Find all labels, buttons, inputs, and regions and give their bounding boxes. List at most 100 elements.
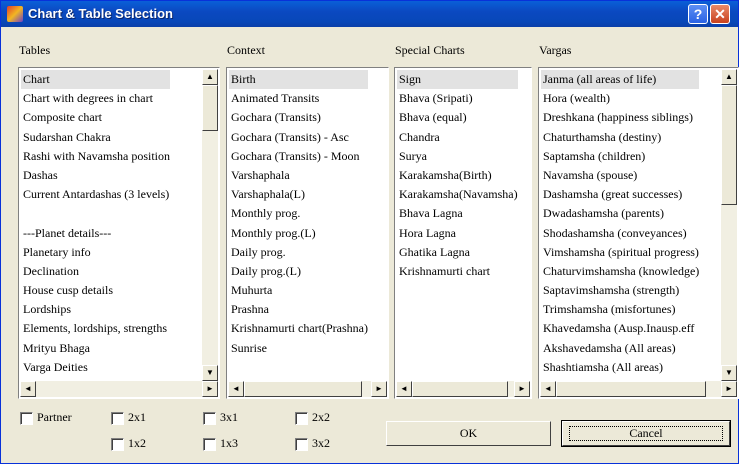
scroll-thumb[interactable] [556,381,706,397]
vargas-list-item[interactable]: Vimshamsha (spiritual progress) [541,243,699,262]
special-charts-list-item[interactable]: Bhava (Sripati) [397,89,518,108]
context-list-item[interactable]: Varshaphala(L) [229,185,368,204]
tables-list-item[interactable]: Rashi with Navamsha position [21,147,170,166]
special-charts-list-item[interactable]: Surya [397,147,518,166]
scroll-thumb[interactable] [412,381,508,397]
special-charts-list-item[interactable]: Krishnamurti chart [397,262,518,281]
tables-list-item[interactable]: Varga Deities [21,358,170,377]
scroll-left-icon[interactable]: ◄ [228,381,244,397]
tables-list-item[interactable]: Lordships [21,300,170,319]
tables-hscrollbar[interactable]: ◄ ► [20,381,218,397]
close-button[interactable]: ✕ [710,4,730,24]
context-list-item[interactable]: Daily prog. [229,243,368,262]
tables-list-item[interactable]: Current Antardashas (3 levels) [21,185,170,204]
vargas-vscrollbar[interactable]: ▲ ▼ [721,69,737,381]
vargas-list-item[interactable]: Shashtiamsha (All areas) [541,358,699,377]
title-bar[interactable]: Chart & Table Selection ? ✕ [1,1,738,27]
context-list-item[interactable]: Monthly prog. [229,204,368,223]
special-charts-list-item[interactable]: Bhava Lagna [397,204,518,223]
vargas-list-item[interactable]: Shodashamsha (conveyances) [541,224,699,243]
scroll-right-icon[interactable]: ► [721,381,737,397]
partner-checkbox[interactable] [20,412,33,425]
context-list-item[interactable]: Gochara (Transits) - Moon [229,147,368,166]
context-list-item[interactable]: Sunrise [229,339,368,358]
vargas-list-item[interactable]: Chaturvimshamsha (knowledge) [541,262,699,281]
vargas-list-item[interactable]: Dreshkana (happiness siblings) [541,108,699,127]
vargas-list-item[interactable]: Dwadashamsha (parents) [541,204,699,223]
context-list-item[interactable]: Krishnamurti chart(Prashna) [229,319,368,338]
context-list-item[interactable]: Monthly prog.(L) [229,224,368,243]
scroll-right-icon[interactable]: ► [514,381,530,397]
scroll-thumb[interactable] [202,85,218,131]
special-charts-list-item[interactable]: Chandra [397,128,518,147]
vargas-list-item[interactable]: Janma (all areas of life) [541,70,700,90]
tables-list-item[interactable]: Composite chart [21,108,170,127]
tables-list-item[interactable]: Sudarshan Chakra [21,128,170,147]
scroll-down-icon[interactable]: ▼ [202,365,218,381]
context-list-item[interactable]: Muhurta [229,281,368,300]
vargas-list-item[interactable]: Chaturthamsha (destiny) [541,128,699,147]
tables-list-item[interactable]: Chart with degrees in chart [21,89,170,108]
context-list-item[interactable]: Prashna [229,300,368,319]
ok-button[interactable]: OK [386,421,551,446]
partner-label: Partner [37,410,72,424]
tables-list-item[interactable]: Mrityu Bhaga [21,339,170,358]
special-charts-listbox[interactable]: Sign Bhava (Sripati) Bhava (equal) Chandra S… [394,67,532,399]
tables-list-item[interactable]: Elements, lordships, strengths [21,319,170,338]
special-hscrollbar[interactable]: ◄ ► [396,381,530,397]
layout-1x3-checkbox[interactable] [203,438,216,451]
vargas-listbox[interactable]: Janma (all areas of life) Hora (wealth) Dr… [538,67,739,399]
vargas-list-item[interactable]: Khavedamsha (Ausp.Inausp.eff [541,319,699,338]
scroll-up-icon[interactable]: ▲ [721,69,737,85]
vargas-list-item[interactable]: Hora (wealth) [541,89,699,108]
help-button[interactable]: ? [688,4,708,24]
special-charts-list-item[interactable]: Sign [397,70,518,90]
special-charts-list-item[interactable]: Ghatika Lagna [397,243,518,262]
tables-list-item[interactable]: ---Planet details--- [21,224,170,243]
scroll-right-icon[interactable]: ► [202,381,218,397]
context-list-item[interactable]: Daily prog.(L) [229,262,368,281]
vargas-hscrollbar[interactable]: ◄ ► [540,381,737,397]
scroll-left-icon[interactable]: ◄ [20,381,36,397]
scroll-thumb[interactable] [244,381,362,397]
vargas-list-item[interactable]: Saptamsha (children) [541,147,699,166]
layout-1x2-label: 1x2 [128,436,146,450]
layout-3x2-checkbox[interactable] [295,438,308,451]
vargas-list-item[interactable]: Akshavedamsha (All areas) [541,339,699,358]
tables-list-item[interactable]: Declination [21,262,170,281]
context-list-item[interactable]: Animated Transits [229,89,368,108]
special-charts-list-item[interactable]: Bhava (equal) [397,108,518,127]
cancel-button[interactable]: Cancel [561,420,731,447]
layout-2x2-checkbox[interactable] [295,412,308,425]
vargas-list-item[interactable]: Navamsha (spouse) [541,166,699,185]
tables-list-item[interactable] [21,204,170,223]
context-header: Context [227,43,265,57]
tables-list-item[interactable]: Dashas [21,166,170,185]
context-list-item[interactable]: Varshaphala [229,166,368,185]
context-list-item[interactable]: Gochara (Transits) - Asc [229,128,368,147]
context-list-item[interactable]: Gochara (Transits) [229,108,368,127]
vargas-list-item[interactable]: Dashamsha (great successes) [541,185,699,204]
scroll-up-icon[interactable]: ▲ [202,69,218,85]
layout-1x2-checkbox[interactable] [111,438,124,451]
special-charts-list-item[interactable]: Karakamsha(Birth) [397,166,518,185]
tables-list-item[interactable]: House cusp details [21,281,170,300]
layout-2x1-checkbox[interactable] [111,412,124,425]
scroll-thumb[interactable] [721,85,737,205]
vargas-list-item[interactable]: Saptavimshamsha (strength) [541,281,699,300]
scroll-right-icon[interactable]: ► [371,381,387,397]
scroll-down-icon[interactable]: ▼ [721,365,737,381]
tables-vscrollbar[interactable]: ▲ ▼ [202,69,218,381]
context-listbox[interactable]: Birth Animated Transits Gochara (Transits)… [226,67,389,399]
scroll-left-icon[interactable]: ◄ [540,381,556,397]
special-charts-list-item[interactable]: Hora Lagna [397,224,518,243]
tables-list-item[interactable]: Chart [21,70,170,90]
special-charts-list-item[interactable]: Karakamsha(Navamsha) [397,185,518,204]
context-hscrollbar[interactable]: ◄ ► [228,381,387,397]
layout-3x1-checkbox[interactable] [203,412,216,425]
tables-list-item[interactable]: Planetary info [21,243,170,262]
context-list-item[interactable]: Birth [229,70,368,90]
scroll-left-icon[interactable]: ◄ [396,381,412,397]
tables-listbox[interactable]: Chart Chart with degrees in chart Composit… [18,67,220,399]
vargas-list-item[interactable]: Trimshamsha (misfortunes) [541,300,699,319]
